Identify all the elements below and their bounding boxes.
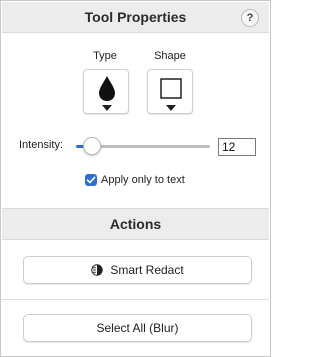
select-all-blur-label: Select All (Blur): [96, 321, 179, 335]
smart-redact-icon: [91, 264, 104, 276]
tool-properties-panel: Tool Properties ? Type Shape Intensity: …: [0, 0, 271, 357]
tool-properties-title: Tool Properties: [84, 9, 187, 25]
tool-properties-header: Tool Properties ?: [2, 2, 269, 33]
checkmark-icon: [86, 176, 96, 184]
smart-redact-label: Smart Redact: [110, 263, 184, 277]
help-icon: ?: [246, 12, 254, 24]
type-label: Type: [93, 50, 117, 62]
shape-picker-button[interactable]: [147, 69, 193, 114]
divider: [2, 299, 269, 300]
intensity-label: Intensity:: [19, 139, 64, 151]
type-picker-button[interactable]: [83, 69, 129, 114]
intensity-input[interactable]: [218, 138, 256, 156]
intensity-slider-thumb[interactable]: [83, 137, 102, 155]
actions-title: Actions: [109, 216, 162, 232]
chevron-down-icon: [166, 105, 176, 111]
select-all-blur-button[interactable]: Select All (Blur): [23, 314, 252, 342]
help-button[interactable]: ?: [241, 9, 259, 27]
chevron-down-icon: [102, 105, 112, 111]
apply-only-text-label: Apply only to text: [101, 174, 185, 186]
smart-redact-button[interactable]: Smart Redact: [23, 256, 252, 284]
shape-label: Shape: [154, 50, 186, 62]
actions-header: Actions: [2, 208, 269, 240]
apply-only-text-checkbox[interactable]: [85, 174, 97, 186]
